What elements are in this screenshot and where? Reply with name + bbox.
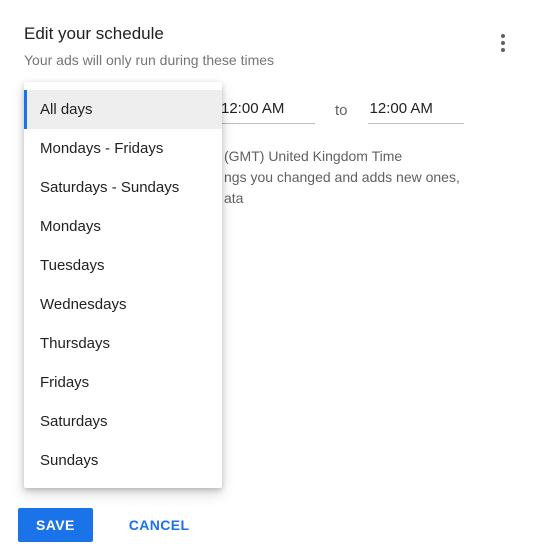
page-subtitle: Your ads will only run during these time… xyxy=(24,52,509,68)
days-option[interactable]: Mondays - Fridays xyxy=(24,129,222,168)
days-option[interactable]: Saturdays xyxy=(24,402,222,441)
more-vert-icon[interactable] xyxy=(495,28,511,58)
header: Edit your schedule Your ads will only ru… xyxy=(0,0,533,72)
days-option[interactable]: Sundays xyxy=(24,441,222,480)
schedule-editor-card: Edit your schedule Your ads will only ru… xyxy=(0,0,533,560)
days-dropdown[interactable]: All daysMondays - FridaysSaturdays - Sun… xyxy=(24,82,222,488)
save-button[interactable]: SAVE xyxy=(18,508,93,542)
to-label: to xyxy=(335,102,348,119)
days-option[interactable]: Mondays xyxy=(24,207,222,246)
days-option[interactable]: All days xyxy=(24,90,222,129)
days-option[interactable]: Thursdays xyxy=(24,324,222,363)
days-option[interactable]: Fridays xyxy=(24,363,222,402)
end-time-field[interactable]: 12:00 AM xyxy=(368,96,464,124)
footer-actions: SAVE CANCEL xyxy=(18,508,195,542)
days-option[interactable]: Tuesdays xyxy=(24,246,222,285)
start-time-field[interactable]: 12:00 AM xyxy=(219,96,315,124)
cancel-button[interactable]: CANCEL xyxy=(123,516,196,534)
days-option[interactable]: Saturdays - Sundays xyxy=(24,168,222,207)
days-option[interactable]: Wednesdays xyxy=(24,285,222,324)
page-title: Edit your schedule xyxy=(24,24,509,44)
